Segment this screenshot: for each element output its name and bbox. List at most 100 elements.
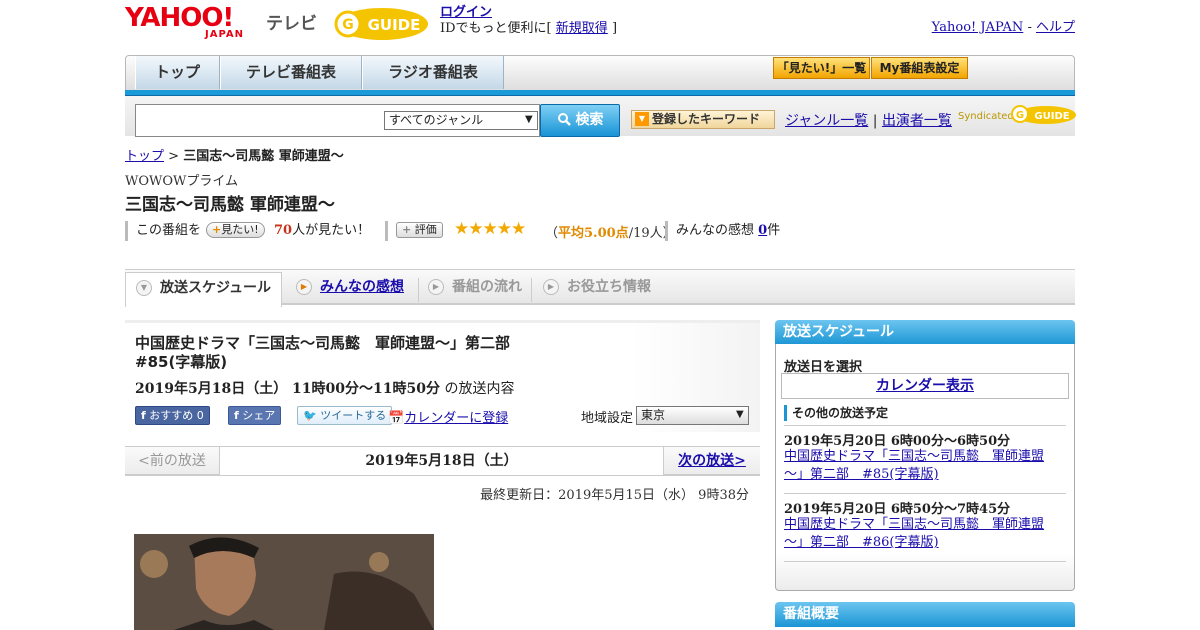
info-separator	[385, 221, 388, 241]
schedule-item-date: 2019年5月20日 6時00分～6時50分	[784, 434, 1011, 449]
dropdown-arrow-icon: ▼	[635, 112, 649, 126]
schedule-item[interactable]: 中国歴史ドラマ「三国志～司馬懿 軍師連盟～」第二部 #85(字幕版)	[784, 448, 1054, 484]
facebook-icon: f	[141, 409, 146, 422]
tab-useful-info-label: お役立ち情報	[567, 279, 651, 295]
gguide-logo[interactable]: G GUIDE	[334, 6, 434, 42]
play-icon: ▶	[543, 279, 559, 295]
yahoo-japan-link[interactable]: Yahoo! JAPAN	[932, 20, 1024, 35]
tab-program-flow-label: 番組の流れ	[452, 279, 522, 295]
plus-icon: +	[402, 223, 412, 236]
twitter-icon: 🐦	[303, 409, 317, 422]
facebook-share-label: シェア	[242, 409, 276, 422]
want-label: この番組を	[136, 223, 202, 238]
signup-link[interactable]: 新規取得	[556, 21, 608, 36]
schedule-item[interactable]: 中国歴史ドラマ「三国志～司馬懿 軍師連盟～」第二部 #86(字幕版)	[784, 516, 1054, 552]
schedule-item-link[interactable]: 中国歴史ドラマ「三国志～司馬懿 軍師連盟～」第二部 #86(字幕版)	[784, 517, 1044, 550]
impressions-label: みんなの感想	[676, 223, 755, 238]
genre-links: ジャンル一覧 | 出演者一覧	[785, 110, 952, 130]
nav-tab-top[interactable]: トップ	[135, 56, 220, 89]
facebook-recommend-button[interactable]: f おすすめ 0	[135, 406, 210, 425]
want-count: 70	[274, 223, 293, 238]
episode-date: 2019年5月18日（土） 11時00分～11時50分	[135, 381, 440, 397]
sidebar-schedule-header: 放送スケジュール	[775, 320, 1075, 345]
rate-button[interactable]: + 評価	[396, 222, 443, 238]
svg-text:G: G	[1016, 110, 1024, 121]
breadcrumb: トップ > 三国志～司馬懿 軍師連盟～	[125, 145, 344, 164]
rate-button-label: 評価	[414, 223, 437, 236]
average-rating: （平均5.00点/19人）	[545, 222, 676, 241]
tab-impressions[interactable]: ▶ みんなの感想	[286, 272, 426, 305]
breadcrumb-sep: >	[168, 149, 180, 164]
calendar-register-link[interactable]: カレンダーに登録	[404, 411, 508, 426]
tab-impressions-label: みんなの感想	[320, 279, 404, 295]
syndicated-gguide-text: GUIDE	[1034, 111, 1069, 122]
prev-broadcast: <前の放送	[125, 447, 220, 475]
sidebar-divider	[784, 493, 1066, 494]
sidebar-summary-header: 番組概要	[775, 602, 1075, 627]
my-schedule-button[interactable]: My番組表設定	[871, 57, 968, 79]
average-count: /19人）	[628, 226, 676, 241]
calendar-view-button[interactable]: カレンダー表示	[781, 373, 1069, 399]
sidebar-divider	[784, 425, 1066, 426]
nav-tab-radio-schedule[interactable]: ラジオ番組表	[362, 56, 504, 89]
breadcrumb-current: 三国志～司馬懿 軍師連盟～	[183, 149, 344, 164]
other-schedule-label: その他の放送予定	[784, 405, 888, 421]
next-broadcast-link[interactable]: 次の放送>	[678, 453, 746, 469]
program-photo	[134, 534, 434, 630]
want-button-label: 見たい!	[221, 223, 259, 236]
login-box: ログイン IDでもっと便利に[ 新規取得 ]	[440, 5, 617, 37]
chevron-down-icon: ▼	[136, 280, 152, 296]
cast-list-link[interactable]: 出演者一覧	[882, 113, 952, 129]
chevron-down-icon: ▼	[736, 409, 744, 420]
region-select[interactable]: 東京	[636, 406, 749, 425]
sidebar-divider	[784, 561, 1066, 562]
gguide-text: GUIDE	[368, 16, 421, 34]
play-icon: ▶	[428, 279, 444, 295]
want-suffix: 人が見たい！	[292, 223, 371, 238]
tab-schedule[interactable]: ▼ 放送スケジュール	[125, 272, 282, 307]
average-value: 平均5.00点	[558, 226, 629, 241]
episode-date-line: 2019年5月18日（土） 11時00分～11時50分 の放送内容	[135, 378, 514, 398]
search-button[interactable]: 検索	[540, 104, 620, 137]
keyword-button[interactable]: 登録したキーワード	[631, 110, 775, 129]
tab-schedule-label: 放送スケジュール	[160, 280, 272, 296]
region-label: 地域設定	[581, 411, 634, 426]
top-links: Yahoo! JAPAN - ヘルプ	[932, 16, 1075, 35]
search-button-label: 検索	[575, 112, 604, 128]
genre-select[interactable]: すべてのジャンル	[384, 111, 538, 130]
want-button[interactable]: +見たい!	[206, 222, 265, 238]
miru-list-button[interactable]: 「見たい!」一覧	[773, 57, 870, 79]
tweet-button[interactable]: 🐦 ツイートする	[297, 406, 393, 425]
impressions-suffix: 件	[767, 223, 781, 238]
svg-text:G: G	[342, 17, 354, 33]
login-prompt: IDでもっと便利に[	[440, 21, 552, 36]
impressions-count-link[interactable]: 0	[758, 223, 767, 238]
help-link[interactable]: ヘルプ	[1036, 20, 1075, 35]
login-link[interactable]: ログイン	[440, 5, 492, 20]
genre-list-link[interactable]: ジャンル一覧	[785, 113, 868, 129]
average-open: （	[545, 226, 559, 241]
nav-tab-tv-schedule[interactable]: テレビ番組表	[220, 56, 362, 89]
tweet-label: ツイートする	[320, 409, 387, 422]
chevron-down-icon: ▼	[525, 114, 533, 125]
plus-icon: +	[212, 223, 222, 236]
yahoo-japan-logo-text: JAPAN	[205, 29, 244, 40]
yahoo-logo[interactable]: YAHOO!	[125, 5, 234, 31]
calendar-view-link[interactable]: カレンダー表示	[876, 378, 974, 394]
channel-name: WOWOWプライム	[125, 174, 239, 189]
pager-current-date: 2019年5月18日（土）	[220, 447, 663, 475]
tv-logo-text[interactable]: テレビ	[266, 9, 317, 34]
impressions-text: みんなの感想 0件	[676, 221, 780, 241]
star-icon: ★★★★★	[454, 219, 526, 239]
info-separator	[125, 221, 128, 241]
next-broadcast[interactable]: 次の放送>	[663, 447, 760, 475]
last-updated: 最終更新日：2019年5月15日（水） 9時38分	[480, 488, 749, 503]
calendar-register[interactable]: 📅カレンダーに登録	[388, 407, 508, 426]
want-count-text: 70人が見たい！	[274, 221, 370, 241]
top-links-dash: -	[1027, 20, 1032, 35]
facebook-share-button[interactable]: f シェア	[228, 406, 282, 425]
page-title: 三国志～司馬懿 軍師連盟～	[125, 195, 335, 215]
schedule-item-link[interactable]: 中国歴史ドラマ「三国志～司馬懿 軍師連盟～」第二部 #85(字幕版)	[784, 449, 1044, 482]
schedule-item-date: 2019年5月20日 6時50分～7時45分	[784, 502, 1011, 517]
breadcrumb-top-link[interactable]: トップ	[125, 149, 164, 164]
